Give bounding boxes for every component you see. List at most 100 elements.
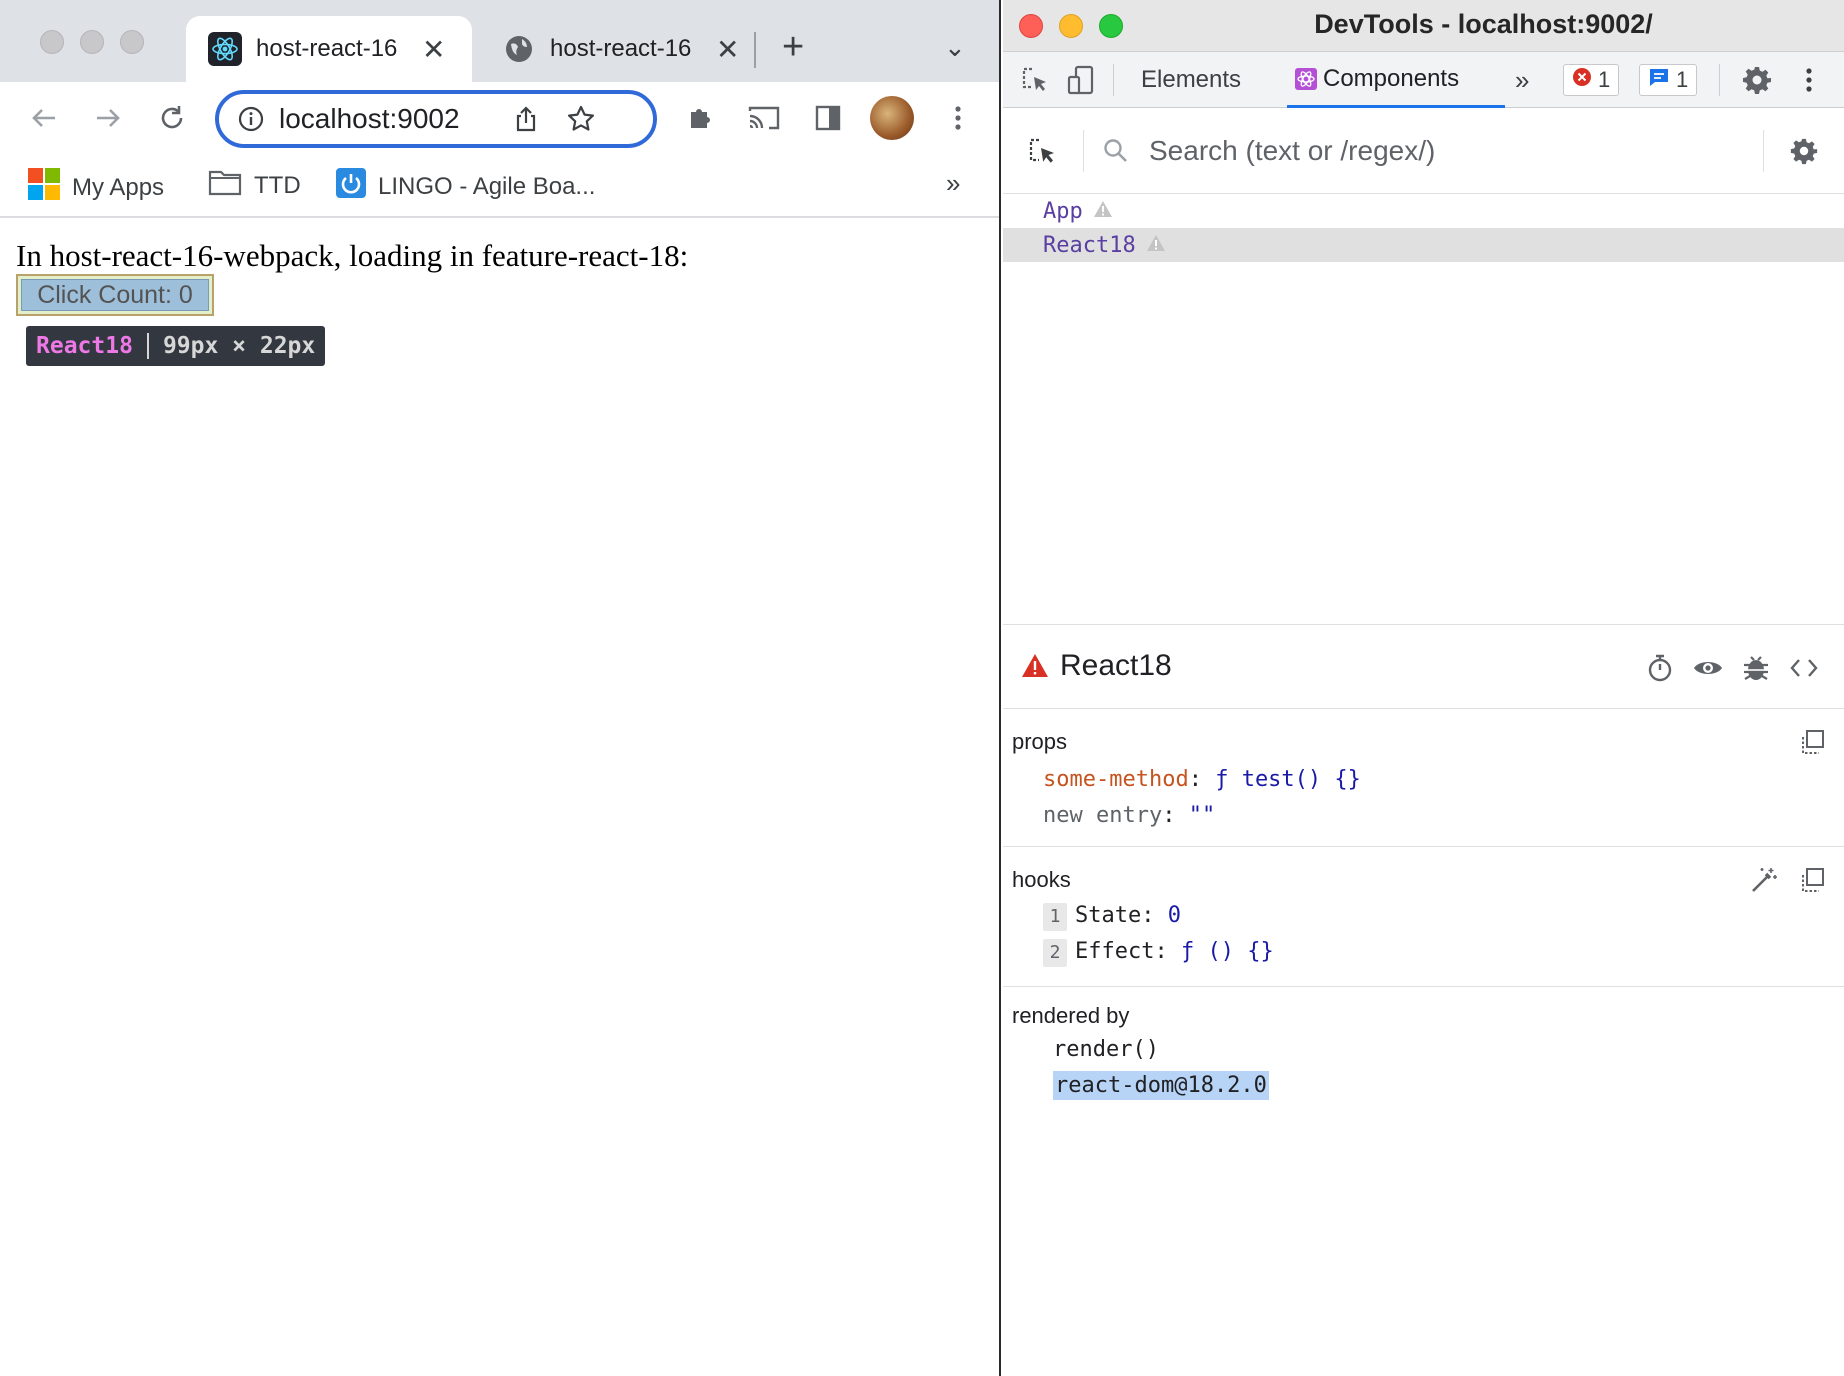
site-info-icon[interactable] [237,105,265,133]
react-icon [208,32,242,66]
rendered-by-section: rendered by render() react-dom@18.2.0 [1003,987,1844,1127]
window-close-button[interactable] [40,30,64,54]
stopwatch-icon[interactable] [1643,651,1677,685]
prop-row[interactable]: some-method: ƒ test() {} [1043,767,1361,792]
search-icon [1103,138,1129,169]
power-icon [336,168,366,205]
props-section: props some-method: ƒ test() {} new entry… [1003,709,1844,847]
bookmarks-bar: My Apps TTD LINGO - Agile Boa... » [0,154,999,218]
window-minimize-button[interactable] [80,30,104,54]
microsoft-apps-icon [28,168,60,207]
props-title: props [1012,729,1068,754]
hook-index: 1 [1043,903,1067,931]
bug-icon[interactable] [1739,651,1773,685]
tree-item-app[interactable]: App [1003,194,1844,228]
hook-value[interactable]: ƒ () {} [1181,939,1274,964]
error-counter[interactable]: 1 [1563,64,1620,96]
browser-tab-active[interactable]: host-react-16 ✕ [186,16,472,82]
prop-key: some-method [1043,767,1189,792]
rendered-by-item-selected[interactable]: react-dom@18.2.0 [1053,1071,1269,1100]
inspect-element-icon[interactable] [1017,62,1053,98]
window-zoom-button[interactable] [120,30,144,54]
tree-item-label: App [1043,198,1083,224]
tab-close-icon[interactable]: ✕ [716,33,739,66]
tab-title: host-react-16 [256,35,398,62]
prop-value[interactable]: ƒ test() {} [1215,767,1361,792]
warning-icon [1021,653,1049,684]
tab-strip: host-react-16 ✕ host-react-16 ✕ + ⌄ [0,0,999,82]
magic-wand-icon[interactable] [1749,865,1779,895]
eye-icon[interactable] [1691,651,1725,685]
side-panel-icon[interactable] [810,100,846,136]
tab-close-icon[interactable]: ✕ [422,33,445,66]
rendered-by-item[interactable]: render() [1053,1037,1159,1062]
device-toolbar-icon[interactable] [1063,62,1099,98]
address-bar[interactable]: localhost:9002 [215,90,657,148]
reload-icon[interactable] [154,100,190,136]
prop-key[interactable]: new entry [1043,803,1162,828]
component-highlight-tooltip: React18 99px × 22px [26,326,326,366]
more-vertical-icon[interactable] [940,100,976,136]
message-count: 1 [1676,67,1689,92]
devtools-window: DevTools - localhost:9002/ Elements Comp… [1003,0,1844,1376]
more-tabs-button[interactable]: » [1515,52,1529,108]
error-icon [1572,67,1592,93]
hook-value[interactable]: 0 [1168,903,1181,928]
component-tree: App React18 [1003,194,1844,624]
more-vertical-icon[interactable] [1791,62,1827,98]
forward-arrow-icon[interactable] [90,100,126,136]
tab-components-label: Components [1323,64,1460,92]
url-text[interactable]: localhost:9002 [279,103,460,135]
hook-row[interactable]: 2 Effect: ƒ () {} [1043,939,1274,967]
copy-icon[interactable] [1797,865,1827,895]
bookmark-label: My Apps [72,173,165,201]
devtools-titlebar: DevTools - localhost:9002/ [1003,0,1844,52]
tab-components[interactable]: Components [1287,52,1505,108]
new-tab-button[interactable]: + [782,26,804,69]
select-component-icon[interactable] [1027,136,1059,173]
view-source-icon[interactable] [1787,651,1821,685]
settings-gear-icon[interactable] [1739,62,1775,98]
page-intro-text: In host-react-16-webpack, loading in fea… [16,238,689,273]
browser-window: host-react-16 ✕ host-react-16 ✕ + ⌄ loca… [0,0,1001,1376]
browser-toolbar: localhost:9002 [0,82,999,154]
back-arrow-icon[interactable] [26,100,62,136]
component-search-bar [1003,108,1844,194]
bookmark-lingo[interactable]: LINGO - Agile Boa... [336,168,595,205]
inspected-component-name: React18 [1060,649,1172,682]
hook-row[interactable]: 1 State: 0 [1043,903,1181,931]
hook-index: 2 [1043,939,1067,967]
tab-elements[interactable]: Elements [1133,52,1249,108]
globe-icon [502,32,536,66]
message-counter[interactable]: 1 [1639,64,1698,96]
share-icon[interactable] [512,105,540,133]
warning-icon [1146,233,1166,258]
hook-name: State [1075,903,1142,928]
bookmark-my-apps[interactable]: My Apps [28,168,164,207]
react-icon [1295,67,1317,90]
tab-search-chevron-icon[interactable]: ⌄ [944,32,966,63]
search-input[interactable] [1147,126,1727,176]
bookmark-star-icon[interactable] [566,104,596,134]
tree-item-react18[interactable]: React18 [1003,228,1844,262]
bookmark-ttd[interactable]: TTD [208,168,301,203]
copy-icon[interactable] [1797,727,1827,757]
profile-avatar[interactable] [870,96,914,140]
hooks-title: hooks [1012,867,1071,892]
click-count-button[interactable]: Click Count: 0 [16,274,214,316]
warning-icon [1093,199,1113,224]
prop-value[interactable]: "" [1189,803,1216,828]
tab-title: host-react-16 [550,35,692,62]
devtools-window-title: DevTools - localhost:9002/ [1314,9,1653,39]
prop-new-entry-row[interactable]: new entry: "" [1043,803,1215,828]
message-icon [1648,67,1670,93]
bookmarks-overflow-button[interactable]: » [946,168,960,199]
extensions-puzzle-icon[interactable] [682,100,718,136]
browser-tab[interactable]: host-react-16 ✕ [480,16,742,82]
folder-icon [208,168,242,203]
tree-item-label: React18 [1043,232,1136,258]
cast-icon[interactable] [746,100,782,136]
tab-divider [754,32,756,68]
component-settings-gear-icon[interactable] [1789,136,1819,171]
hook-name: Effect [1075,939,1155,964]
